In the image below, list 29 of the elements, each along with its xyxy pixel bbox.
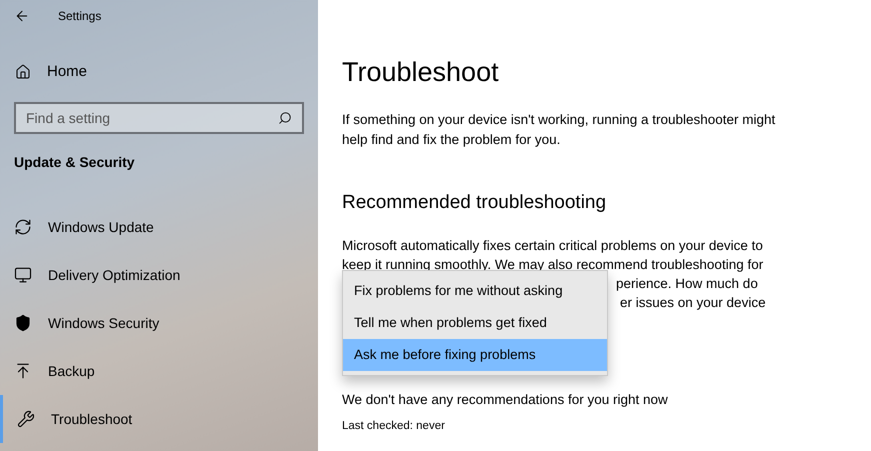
sidebar-item[interactable]: Delivery Optimization: [0, 251, 318, 299]
monitor-icon: [14, 266, 32, 284]
last-checked-text: Last checked: never: [342, 419, 446, 434]
sidebar-item[interactable]: Troubleshoot: [0, 395, 318, 443]
dropdown-option[interactable]: Tell me when problems get fixed: [343, 307, 607, 339]
search-field[interactable]: Find a setting: [14, 102, 304, 134]
page-title: Troubleshoot: [342, 56, 500, 89]
sidebar-item[interactable]: Windows Update: [0, 203, 318, 251]
home-link[interactable]: Home: [15, 56, 318, 88]
paragraph-line: perience. How much do: [616, 275, 758, 293]
status-text: We don't have any recommendations for you right now: [342, 391, 669, 409]
wrench-icon: [17, 410, 35, 428]
upload-icon: [14, 362, 32, 380]
section-heading: Update & Security: [14, 153, 136, 172]
search-icon: [278, 111, 292, 125]
section-heading: Recommended troubleshooting: [342, 191, 608, 215]
dropdown-option[interactable]: Ask me before fixing problems: [343, 339, 607, 371]
sidebar-item[interactable]: Backup: [0, 347, 318, 395]
paragraph-line: er issues on your device: [620, 294, 766, 312]
paragraph-line: Microsoft automatically fixes certain critical problems on your device to: [342, 237, 763, 255]
paragraph-line: keep it running smoothly. We may also recommend troubleshooting for: [342, 256, 764, 274]
shield-icon: [14, 314, 32, 332]
refresh-icon: [14, 218, 32, 236]
dropdown-option[interactable]: Fix problems for me without asking: [343, 275, 607, 307]
window-title: Settings: [58, 8, 102, 25]
intro-text: If something on your device isn't working, running a troubleshooter might help find and fix the problem for you.: [342, 111, 776, 149]
search-input[interactable]: Find a setting: [26, 108, 278, 128]
sidebar-item[interactable]: Windows Security: [0, 299, 318, 347]
home-icon: [15, 64, 31, 80]
